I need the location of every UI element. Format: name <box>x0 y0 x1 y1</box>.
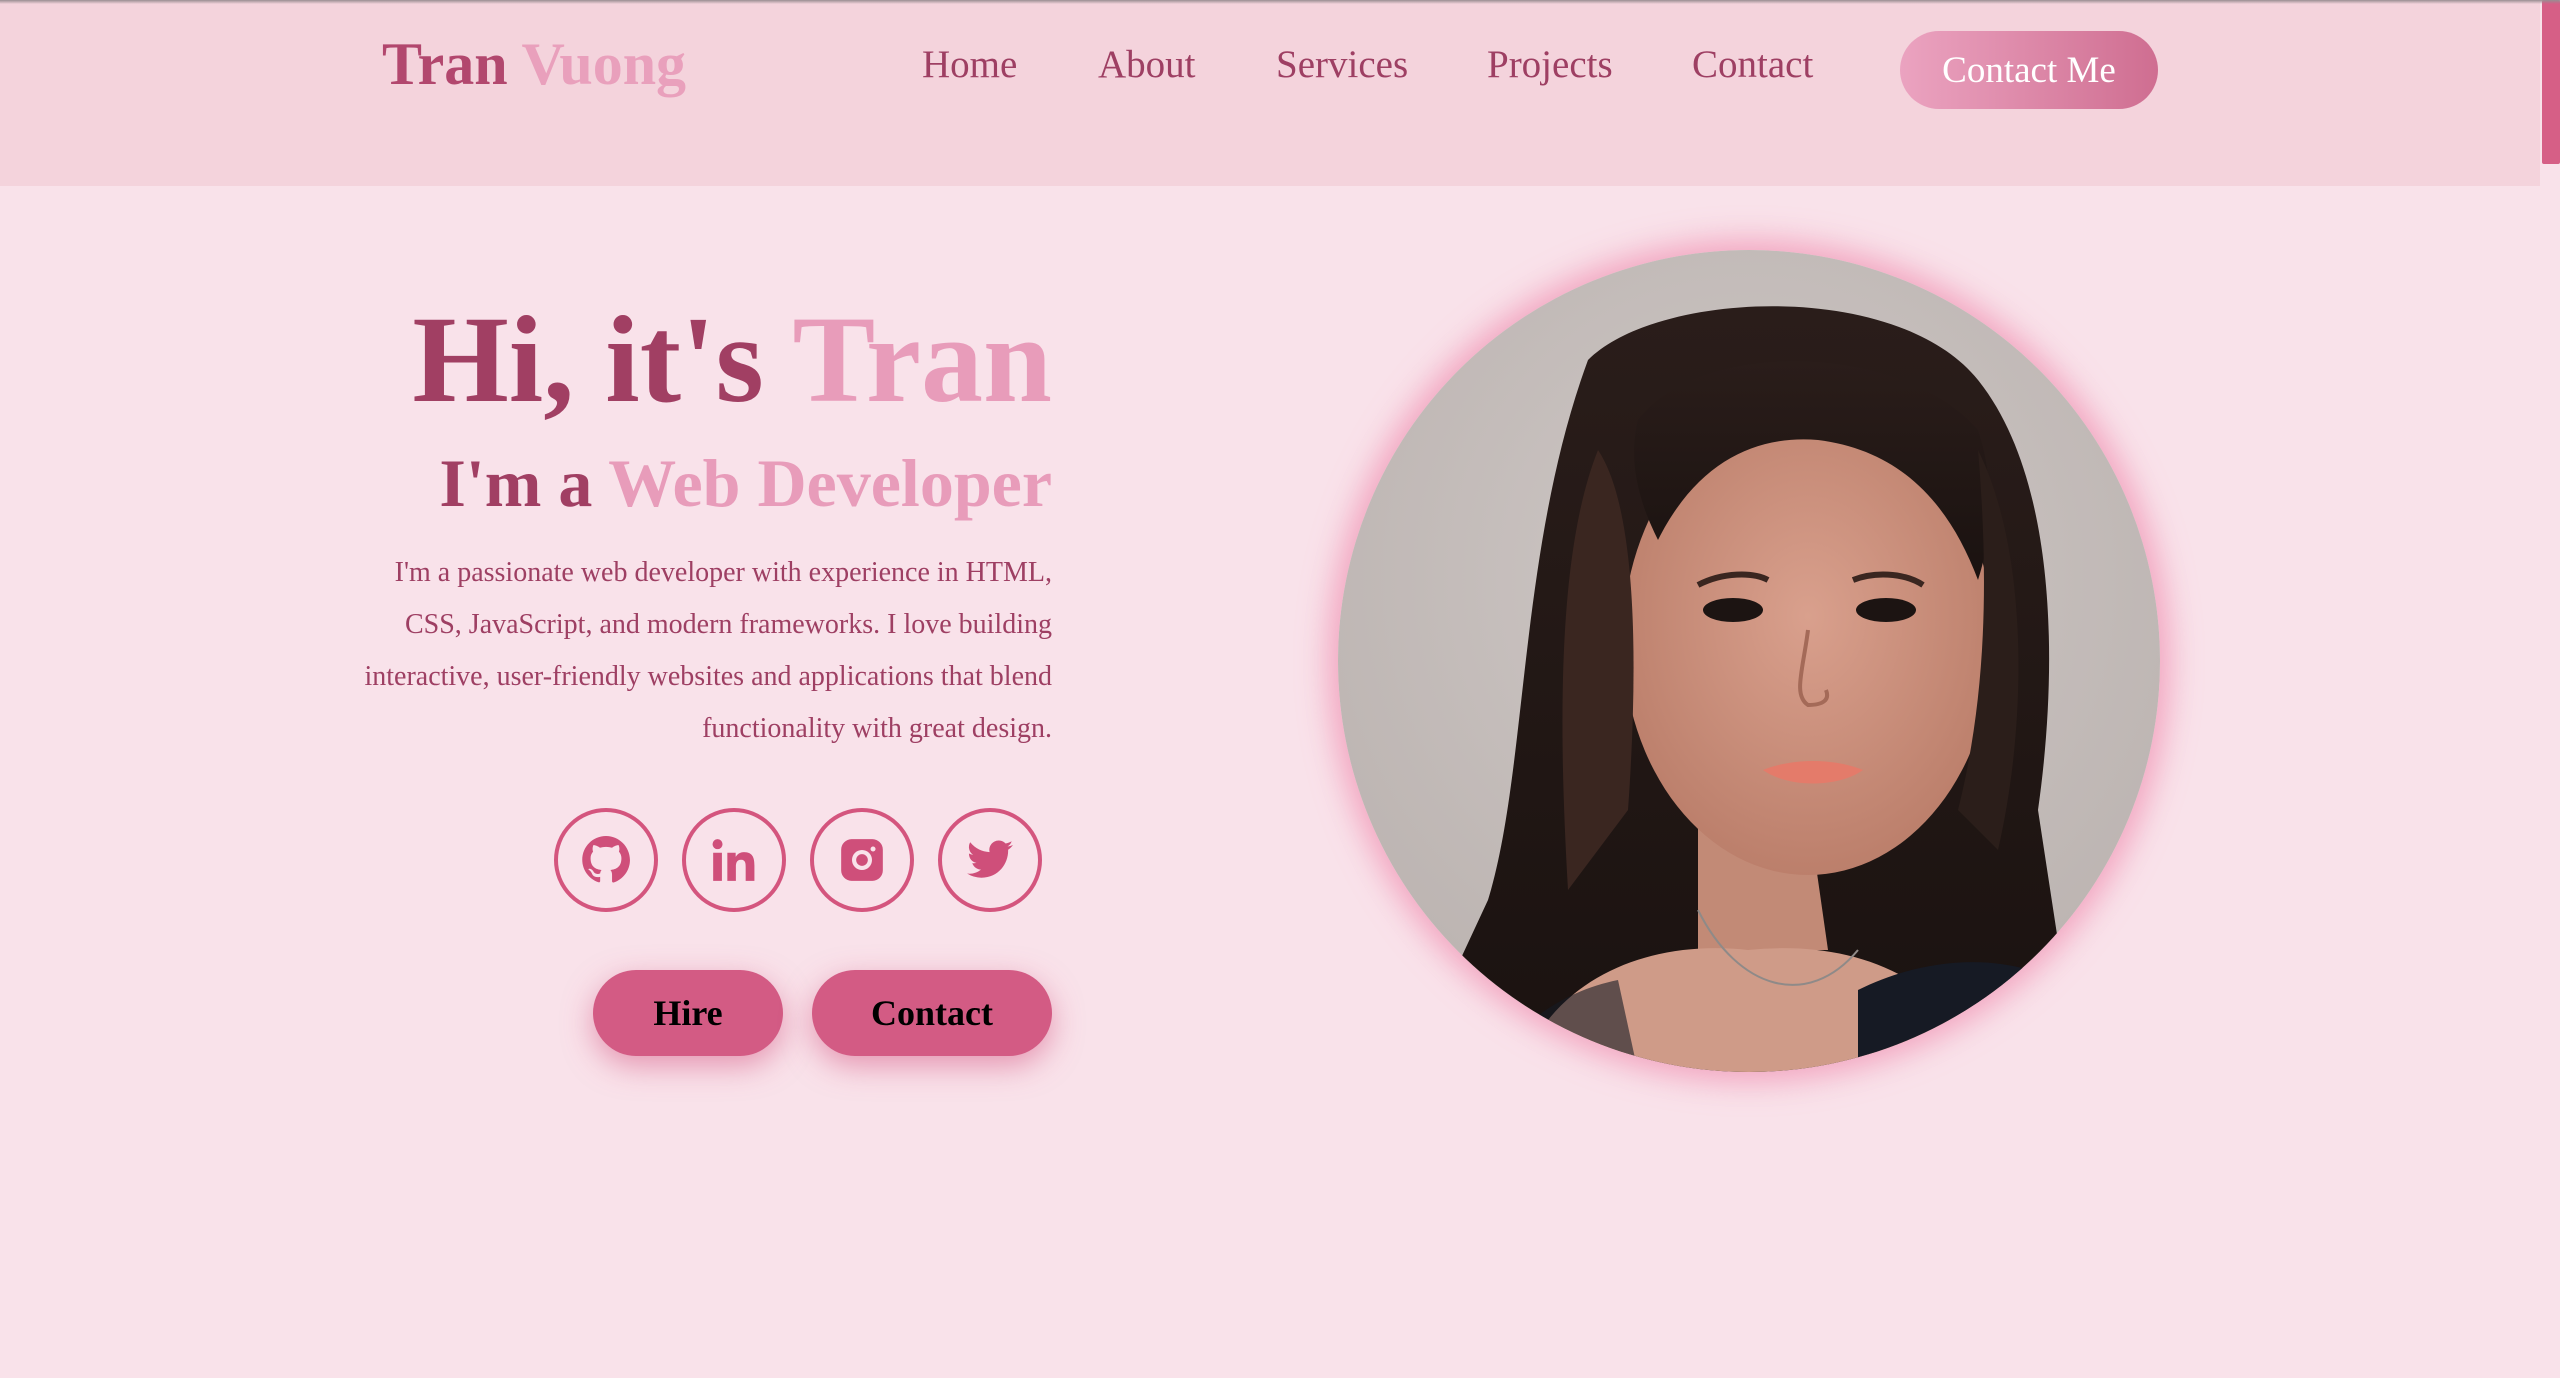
scrollbar[interactable] <box>2540 0 2560 1378</box>
instagram-icon <box>841 839 883 881</box>
nav-services[interactable]: Services <box>1276 42 1408 87</box>
hero-heading: Hi, it's Tran <box>412 291 1052 428</box>
hero-role: I'm a Web Developer <box>439 446 1052 521</box>
profile-photo <box>1338 250 2160 1072</box>
logo-first: Tran <box>382 31 508 97</box>
instagram-link[interactable] <box>810 808 914 912</box>
top-shadow <box>0 0 2560 4</box>
twitter-icon <box>967 840 1013 878</box>
role-prefix: I'm a <box>439 445 609 521</box>
hire-button[interactable]: Hire <box>593 970 783 1056</box>
linkedin-icon <box>712 839 755 881</box>
linkedin-link[interactable] <box>682 808 786 912</box>
github-link[interactable] <box>554 808 658 912</box>
hero-name: Tran <box>792 291 1052 428</box>
hero-greeting: Hi, it's <box>412 291 793 428</box>
contact-button[interactable]: Contact <box>812 970 1052 1056</box>
nav-contact[interactable]: Contact <box>1692 42 1813 87</box>
nav-home[interactable]: Home <box>922 42 1017 87</box>
scrollbar-thumb[interactable] <box>2542 0 2560 164</box>
nav-about[interactable]: About <box>1098 42 1196 87</box>
portrait-image <box>1338 250 2160 1072</box>
role-title: Web Developer <box>608 445 1052 521</box>
logo[interactable]: Tran Vuong <box>382 30 686 99</box>
contact-me-button[interactable]: Contact Me <box>1900 31 2158 109</box>
twitter-link[interactable] <box>938 808 1042 912</box>
logo-last: Vuong <box>521 31 687 97</box>
site-header: Tran Vuong Home About Services Projects … <box>0 0 2540 186</box>
nav-projects[interactable]: Projects <box>1487 42 1613 87</box>
github-icon <box>582 836 630 883</box>
hero-bio: I'm a passionate web developer with expe… <box>364 557 1052 744</box>
